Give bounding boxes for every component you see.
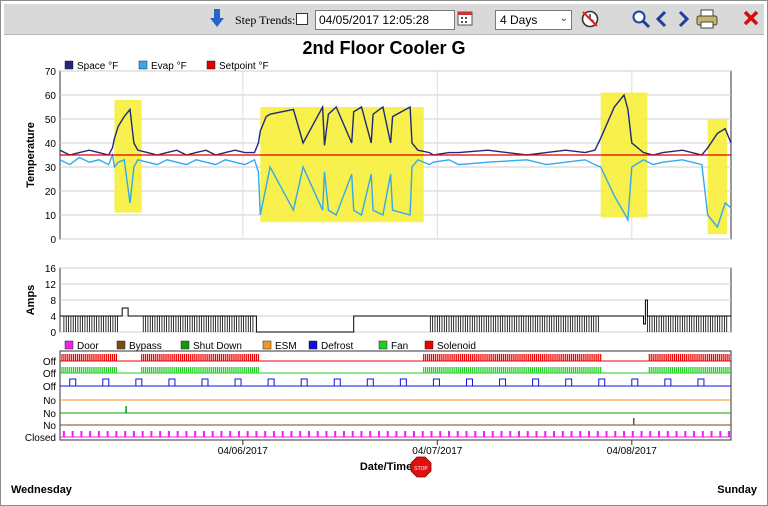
temperature-tick-label: 50 — [45, 115, 57, 126]
temperature-tick-label: 70 — [45, 67, 57, 78]
temperature-tick-label: 10 — [45, 211, 57, 222]
legend-swatch — [180, 340, 190, 350]
legend-label: Space °F — [77, 61, 118, 72]
legend-label: Solenoid — [437, 341, 476, 352]
legend-label: Fan — [391, 341, 408, 352]
legend-label: Shut Down — [193, 341, 242, 352]
date-tick-label: 04/06/2017 — [218, 446, 268, 457]
legend-swatch — [116, 340, 126, 350]
status-ticks: OffOffOffNoNoNoClosed — [25, 357, 57, 444]
temperature-legend: Space °F Evap °F Setpoint °F — [64, 60, 269, 72]
status-plot-area — [59, 350, 732, 441]
svg-text:STOP: STOP — [414, 466, 428, 472]
defrost-highlight — [707, 119, 728, 235]
amps-tick-label: 4 — [50, 312, 56, 323]
defrost-highlight — [260, 107, 424, 223]
date-tick-label: 04/08/2017 — [607, 446, 657, 457]
stop-icon[interactable]: STOP — [410, 456, 432, 478]
status-tick-label: Off — [43, 369, 56, 380]
amps-tick-label: 16 — [45, 264, 57, 275]
footer-right-day: Sunday — [717, 484, 757, 496]
legend-swatch — [64, 340, 74, 350]
legend-swatch — [262, 340, 272, 350]
footer-left-day: Wednesday — [11, 484, 72, 496]
legend-label: Setpoint °F — [219, 61, 269, 72]
legend-swatch — [138, 60, 148, 70]
trend-chart: 2nd Floor Cooler G 010203040506070 Tempe… — [25, 38, 732, 478]
legend-swatch — [206, 60, 216, 70]
temperature-tick-label: 60 — [45, 91, 57, 102]
legend-label: Evap °F — [151, 61, 187, 72]
status-legend: Door Bypass Shut Down ESM Defrost Fan Solenoid — [64, 340, 476, 352]
legend-label: Defrost — [321, 341, 353, 352]
status-tick-label: Closed — [25, 433, 56, 444]
legend-swatch — [378, 340, 388, 350]
temperature-axis-label: Temperature — [25, 122, 37, 188]
temperature-ticks: 0 10 20 30 40 50 60 70 — [45, 67, 57, 246]
legend-label: ESM — [275, 341, 297, 352]
date-tick-label: 04/07/2017 — [412, 446, 462, 457]
legend-label: Bypass — [129, 341, 162, 352]
chart-title: 2nd Floor Cooler G — [302, 38, 465, 58]
amps-tick-label: 8 — [50, 296, 56, 307]
defrost-highlight — [114, 99, 142, 213]
date-axis-ticks: 04/06/201704/07/201704/08/201704/09/2017 — [218, 440, 657, 457]
status-tick-label: Off — [43, 357, 56, 368]
legend-label: Door — [77, 341, 99, 352]
legend-swatch — [424, 340, 434, 350]
status-tick-label: No — [43, 396, 56, 407]
temperature-tick-label: 30 — [45, 163, 57, 174]
amps-ticks: 0 4 8 12 16 — [45, 264, 57, 339]
legend-swatch — [308, 340, 318, 350]
amps-tick-label: 12 — [45, 280, 57, 291]
legend-swatch — [64, 60, 74, 70]
date-axis-label: Date/Time — [360, 461, 412, 473]
temperature-tick-label: 0 — [50, 235, 56, 246]
temperature-tick-label: 40 — [45, 139, 57, 150]
temperature-tick-label: 20 — [45, 187, 57, 198]
chart-window: Step Trends: 4 Days ⌄ — [0, 0, 768, 506]
amps-axis-label: Amps — [25, 285, 37, 316]
status-tick-label: Off — [43, 382, 56, 393]
status-tick-label: No — [43, 421, 56, 432]
status-tick-label: No — [43, 409, 56, 420]
amps-tick-label: 0 — [50, 328, 56, 339]
